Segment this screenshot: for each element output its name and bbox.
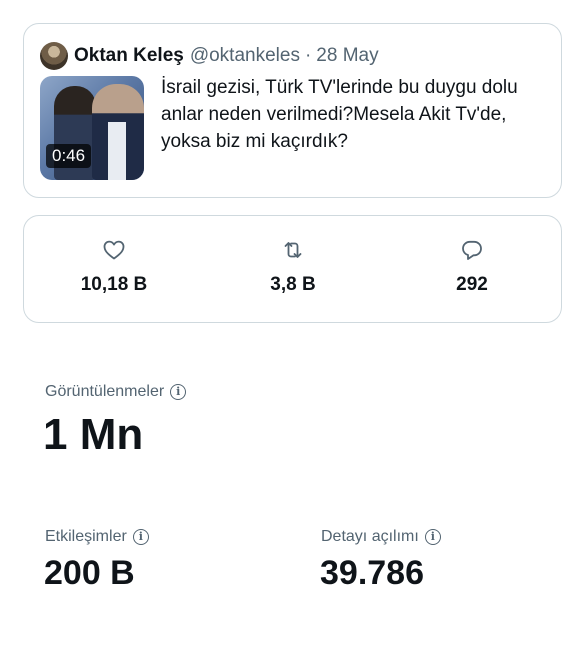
likes-count: 10,18 B [80,274,148,295]
quoted-tweet-card[interactable]: Oktan Keleş @oktankeles · 28 May 0:46 İs… [23,23,562,198]
retweet-icon [284,242,302,258]
likes-stat[interactable]: 10,18 B [54,238,174,296]
info-icon[interactable]: i [170,384,187,400]
video-thumbnail[interactable]: 0:46 [40,76,144,180]
detail-expands-label-text: Detayı açılımı [321,528,419,545]
replies-count: 292 [456,274,488,295]
views-label: Görüntülenmeler i [45,383,187,401]
engagement-stats-card: 10,18 B 3,8 B 292 [23,215,562,323]
reply-icon [462,240,482,260]
tweet-date[interactable]: 28 May [316,45,378,67]
tweet-header: Oktan Keleş @oktankeles · 28 May [40,42,379,70]
tweet-text: İsrail gezisi, Türk TV'lerinde bu duygu … [161,77,518,152]
author-name[interactable]: Oktan Keleş [74,45,184,67]
video-duration-badge: 0:46 [46,144,92,168]
avatar[interactable] [40,42,68,70]
separator-dot: · [304,45,312,66]
views-value: 1 Mn [43,410,144,459]
engagements-label-text: Etkileşimler [45,528,127,545]
info-icon[interactable]: i [424,529,441,545]
engagements-value: 200 B [44,554,135,592]
heart-icon [103,240,125,260]
retweets-stat[interactable]: 3,8 B [233,238,353,296]
views-label-text: Görüntülenmeler [45,383,165,400]
engagements-label: Etkileşimler i [45,528,149,546]
author-handle[interactable]: @oktankeles [190,45,300,67]
detail-expands-label: Detayı açılımı i [321,528,441,546]
info-icon[interactable]: i [132,529,149,545]
retweets-count: 3,8 B [270,274,316,295]
detail-expands-value: 39.786 [320,554,424,592]
replies-stat[interactable]: 292 [412,238,532,296]
